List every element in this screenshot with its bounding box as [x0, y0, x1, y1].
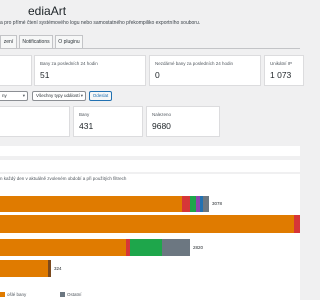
legend-swatch	[60, 292, 65, 298]
legend-item: ošlé bany	[0, 292, 27, 298]
bar-total-label: 3078	[212, 201, 223, 206]
legend-item: Ostatní	[60, 292, 82, 298]
bar-segment	[0, 260, 48, 277]
stacked-bar-chart: 3078 2820 324	[0, 0, 300, 300]
legend-swatch	[0, 292, 5, 298]
bar-segment	[0, 196, 182, 212]
bar-segment	[203, 196, 209, 212]
bar-total-label: 324	[54, 265, 62, 271]
bar-total-label: 2820	[193, 244, 204, 250]
bar-segment	[294, 215, 300, 233]
bar-segment	[0, 239, 126, 256]
bar-segment	[48, 260, 51, 277]
bar-segment	[162, 239, 190, 256]
legend-label: Ostatní	[67, 292, 82, 297]
legend-label: ošlé bany	[7, 292, 27, 297]
bar-segment	[0, 215, 294, 233]
bar-segment	[182, 196, 190, 212]
bar-segment	[130, 239, 162, 256]
